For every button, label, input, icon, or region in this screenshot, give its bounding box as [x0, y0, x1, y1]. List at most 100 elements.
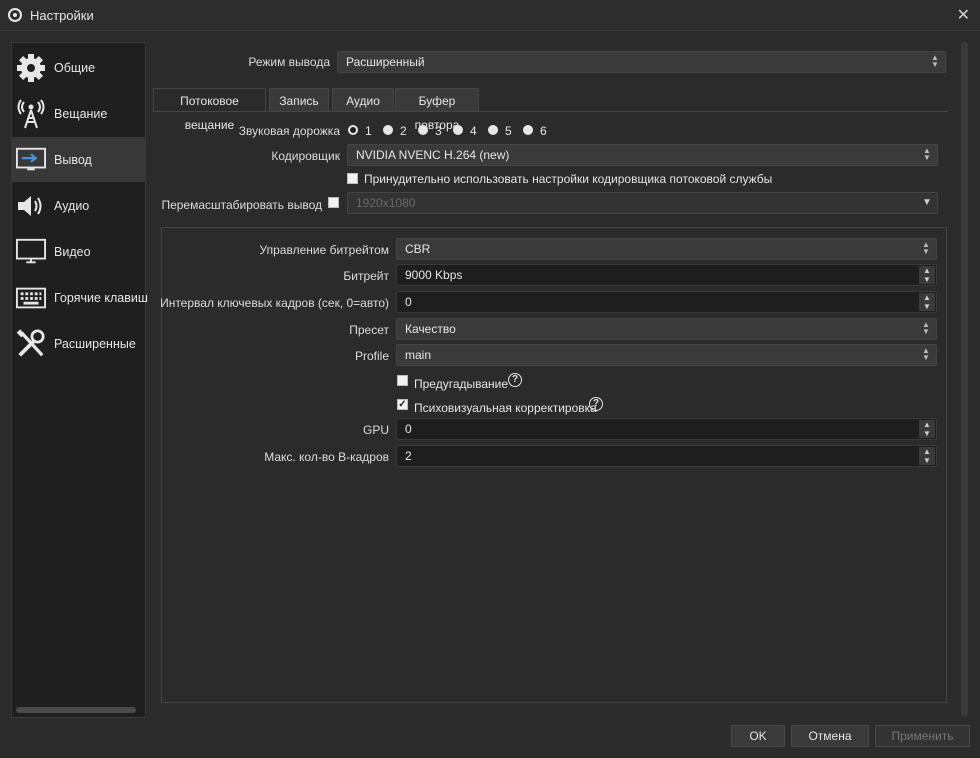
lookahead-label: Предугадывание: [414, 377, 509, 391]
ok-button[interactable]: OK: [731, 725, 785, 747]
rate-control-value: CBR: [405, 242, 431, 256]
keyframe-interval-label: Интервал ключевых кадров (сек, 0=авто): [160, 296, 389, 310]
sidebar-item-label: Горячие клавиш: [54, 291, 148, 305]
sidebar-item-label: Расширенные: [54, 337, 136, 351]
tools-icon: [16, 329, 46, 358]
tab-audio[interactable]: Аудио: [332, 88, 394, 112]
sidebar-item-label: Вывод: [54, 153, 92, 167]
decrement-icon[interactable]: ▼: [919, 429, 935, 438]
profile-select[interactable]: main ▲ ▼: [396, 344, 937, 366]
close-icon[interactable]: ✕: [957, 5, 970, 25]
audio-track-radio-3[interactable]: [418, 125, 428, 135]
encoder-select[interactable]: NVIDIA NVENC H.264 (new) ▲ ▼: [347, 144, 938, 166]
increment-icon[interactable]: ▲: [919, 293, 935, 302]
decrement-icon[interactable]: ▼: [919, 275, 935, 284]
rescale-label: Перемасштабировать вывод: [161, 198, 322, 212]
updown-chevron-icon: ▲ ▼: [922, 346, 930, 362]
bitrate-value: 9000 Kbps: [405, 268, 463, 282]
apply-button[interactable]: Применить: [875, 725, 970, 747]
speaker-icon: [16, 192, 46, 220]
increment-icon[interactable]: ▲: [919, 420, 935, 429]
bframes-value: 2: [405, 449, 412, 463]
output-mode-select[interactable]: Расширенный ▲ ▼: [337, 51, 946, 73]
sidebar-item-label: Аудио: [54, 199, 90, 213]
broadcast-tower-icon: [16, 99, 46, 129]
cancel-button[interactable]: Отмена: [791, 725, 869, 747]
sidebar-item-label: Вещание: [54, 107, 108, 121]
settings-sidebar: Общие Вещание Вывод Аудио Видео Горячие …: [11, 42, 148, 718]
audio-track-option-label: 5: [505, 124, 512, 138]
rescale-value: 1920x1080: [356, 196, 416, 210]
profile-value: main: [405, 348, 432, 362]
increment-icon[interactable]: ▲: [919, 266, 935, 275]
sidebar-item-audio[interactable]: Аудио: [12, 183, 145, 228]
decrement-icon[interactable]: ▼: [919, 302, 935, 311]
audio-track-radio-5[interactable]: [488, 125, 498, 135]
scrollbar-thumb[interactable]: [961, 42, 968, 716]
sidebar-item-general[interactable]: Общие: [12, 45, 145, 90]
decrement-icon[interactable]: ▼: [919, 456, 935, 465]
updown-chevron-icon: ▲ ▼: [923, 146, 931, 162]
preset-select[interactable]: Качество ▲ ▼: [396, 318, 937, 340]
keyframe-interval-value: 0: [405, 295, 412, 309]
encoder-value: NVIDIA NVENC H.264 (new): [356, 148, 510, 162]
bitrate-spinbox[interactable]: 9000 Kbps ▲ ▼: [396, 264, 937, 286]
chevron-down-icon: ▼: [922, 197, 932, 208]
psychovisual-label: Психовизуальная корректировка: [414, 401, 597, 415]
gpu-spinbox[interactable]: 0 ▲ ▼: [396, 418, 937, 440]
output-settings-panel: Режим вывода Расширенный ▲ ▼ Потоковое ве…: [150, 42, 960, 718]
help-icon[interactable]: ?: [589, 397, 603, 411]
audio-track-option-label: 3: [435, 124, 442, 138]
audio-track-label: Звуковая дорожка: [238, 124, 340, 138]
rescale-resolution-select[interactable]: 1920x1080 ▼: [347, 192, 938, 214]
increment-icon[interactable]: ▲: [919, 447, 935, 456]
audio-track-option-label: 1: [365, 124, 372, 138]
encoder-label: Кодировщик: [271, 149, 340, 163]
window-title: Настройки: [30, 8, 94, 23]
preset-label: Пресет: [349, 323, 389, 337]
vertical-scrollbar[interactable]: [960, 42, 969, 718]
audio-track-option-label: 6: [540, 124, 547, 138]
tab-divider: [153, 111, 948, 112]
rate-control-select[interactable]: CBR ▲ ▼: [396, 238, 937, 260]
sidebar-horizontal-scrollbar[interactable]: [16, 707, 136, 713]
gpu-value: 0: [405, 422, 412, 436]
bframes-label: Макс. кол-во B-кадров: [264, 450, 389, 464]
rescale-checkbox[interactable]: [328, 197, 339, 208]
sidebar-item-output[interactable]: Вывод: [12, 137, 145, 182]
gear-icon: [16, 54, 46, 82]
sidebar-item-label: Общие: [54, 61, 96, 75]
output-mode-value: Расширенный: [346, 55, 425, 69]
help-icon[interactable]: ?: [508, 373, 522, 387]
rate-control-label: Управление битрейтом: [259, 243, 389, 257]
audio-track-radio-4[interactable]: [453, 125, 463, 135]
audio-track-radio-6[interactable]: [523, 125, 533, 135]
audio-track-radio-2[interactable]: [383, 125, 393, 135]
monitor-icon: [16, 238, 46, 266]
sidebar-item-stream[interactable]: Вещание: [12, 91, 145, 136]
encoder-settings-group: Управление битрейтом CBR ▲ ▼ Битрейт 9000…: [160, 227, 947, 703]
keyframe-interval-spinbox[interactable]: 0 ▲ ▼: [396, 291, 937, 313]
updown-chevron-icon: ▲ ▼: [931, 53, 939, 69]
tab-replay-buffer[interactable]: Буфер повтора: [395, 88, 479, 132]
sidebar-item-label: Видео: [54, 245, 91, 259]
sidebar-item-advanced[interactable]: Расширенные: [12, 321, 145, 366]
bitrate-label: Битрейт: [343, 269, 389, 283]
psychovisual-checkbox[interactable]: ✓: [397, 399, 408, 410]
audio-track-option-label: 2: [400, 124, 407, 138]
output-monitor-arrow-icon: [16, 146, 46, 174]
preset-value: Качество: [405, 322, 456, 336]
tab-recording[interactable]: Запись: [269, 88, 329, 112]
updown-chevron-icon: ▲ ▼: [922, 240, 930, 256]
bframes-spinbox[interactable]: 2 ▲ ▼: [396, 445, 937, 467]
audio-track-option-label: 4: [470, 124, 477, 138]
output-mode-label: Режим вывода: [248, 55, 330, 69]
lookahead-checkbox[interactable]: [397, 375, 408, 386]
obs-logo-icon: [8, 8, 22, 22]
audio-track-radio-1[interactable]: [348, 125, 358, 135]
tab-streaming[interactable]: Потоковое вещание: [153, 88, 266, 132]
sidebar-item-video[interactable]: Видео: [12, 229, 145, 274]
sidebar-item-hotkeys[interactable]: Горячие клавиш: [12, 275, 148, 320]
enforce-service-settings-label: Принудительно использовать настройки код…: [364, 172, 773, 186]
enforce-service-settings-checkbox[interactable]: [347, 173, 358, 184]
